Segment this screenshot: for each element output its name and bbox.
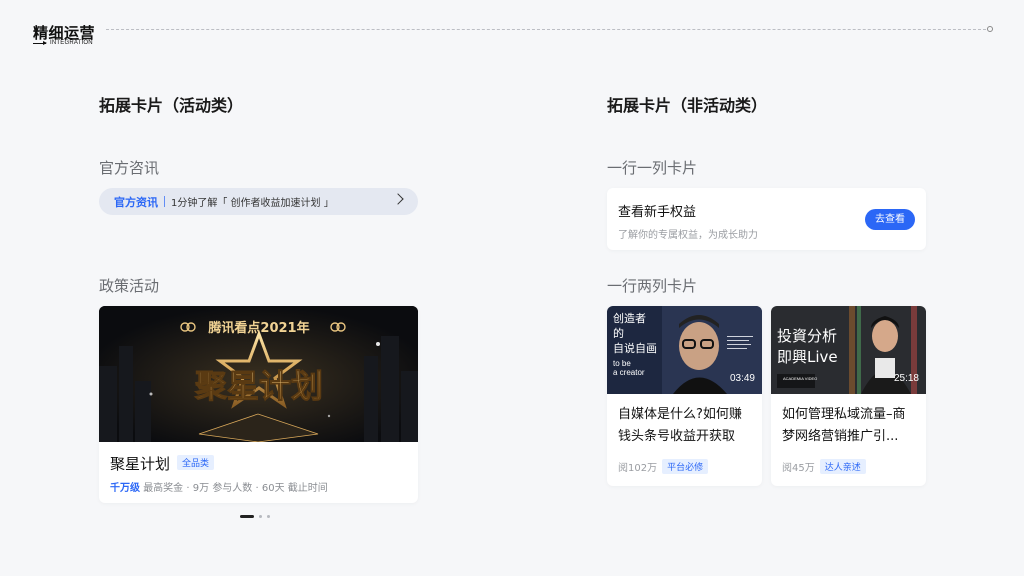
- banner-art-text: 聚星计划: [194, 367, 323, 405]
- video-title: 如何管理私域流量–商梦网络营销推广引...: [782, 407, 906, 444]
- benefit-subtitle: 了解你的专属权益，为成长助力: [618, 230, 758, 241]
- video-thumbnail: 创造者 的 自说自画 to be a creator 03:49: [607, 306, 762, 394]
- right-column-title: 拓展卡片（非活动类）: [607, 96, 768, 115]
- participants-value: 9万: [192, 483, 210, 494]
- thumb-en-line: a creator: [613, 368, 645, 377]
- official-news-bar[interactable]: 官方资讯 1分钟了解「 创作者收益加速计划 」: [99, 188, 418, 215]
- video-meta: 阅102万 平台必修: [618, 459, 709, 474]
- benefit-card[interactable]: 查看新手权益 了解你的专属权益，为成长助力 去查看: [607, 188, 926, 250]
- prize-value: 千万级: [110, 483, 140, 494]
- official-section-title: 官方咨讯: [99, 159, 160, 177]
- thumb-en-line: to be: [613, 359, 631, 368]
- thumb-line: 投資分析: [777, 327, 837, 345]
- double-section-title: 一行两列卡片: [607, 277, 698, 295]
- video-thumbnail: 投資分析 即興Live ACADEMIA VIDEO 25:18: [771, 306, 926, 394]
- thumb-line: 的: [613, 326, 624, 340]
- video-card[interactable]: 创造者 的 自说自画 to be a creator 03:49 自媒体是什么?…: [607, 306, 762, 486]
- single-section-title: 一行一列卡片: [607, 159, 698, 177]
- prize-label: 最高奖金: [143, 483, 184, 494]
- video-duration: 03:49: [729, 373, 755, 384]
- video-tag: 达人亲述: [819, 459, 866, 474]
- news-separator: [164, 196, 165, 207]
- category-badge: 全品类: [177, 455, 215, 470]
- thumb-line: 创造者: [613, 311, 646, 325]
- video-title: 自媒体是什么?如何赚钱头条号收益开获取: [618, 407, 742, 444]
- view-count: 阅45万: [782, 463, 815, 474]
- participants-label: 参与人数: [212, 483, 253, 494]
- carousel-indicator[interactable]: [240, 515, 270, 518]
- view-count: 阅102万: [618, 463, 658, 474]
- activity-meta: 千万级 最高奖金 · 9万 参与人数 · 60天 截止时间: [110, 479, 328, 494]
- activity-banner: 腾讯看点2021年 聚星计划: [99, 306, 418, 442]
- video-duration: 25:18: [893, 373, 919, 384]
- arrow-right-icon: [33, 40, 47, 45]
- left-column-title: 拓展卡片（活动类）: [99, 96, 244, 115]
- deadline-label: 截止时间: [287, 483, 328, 494]
- subtitle-text: INTEGRATION: [50, 40, 93, 46]
- activity-card[interactable]: 腾讯看点2021年 聚星计划 聚星计划 全品类 千万级 最高奖金 · 9万 参与…: [99, 306, 418, 503]
- video-meta: 阅45万 达人亲述: [782, 459, 866, 474]
- carousel-dot[interactable]: [259, 515, 262, 518]
- activity-name: 聚星计划: [110, 455, 171, 473]
- header-divider: [106, 29, 986, 30]
- chevron-right-icon: [392, 193, 404, 205]
- carousel-dot[interactable]: [240, 515, 254, 518]
- banner-art: 腾讯看点2021年 聚星计划: [99, 306, 418, 442]
- view-button[interactable]: 去查看: [865, 209, 915, 230]
- thumb-line: 即興Live: [777, 348, 838, 366]
- carousel-dot[interactable]: [267, 515, 270, 518]
- deadline-value: 60天: [261, 483, 285, 494]
- page-subtitle: INTEGRATION: [33, 40, 93, 46]
- benefit-title: 查看新手权益: [618, 205, 697, 220]
- news-brand-label: 官方资讯: [114, 195, 158, 209]
- video-tag: 平台必修: [662, 459, 709, 474]
- thumb-line: 自说自画: [613, 341, 657, 355]
- meta-dot: ·: [255, 483, 259, 494]
- thumb-logo-text: ACADEMIA VIDEO: [783, 376, 817, 381]
- video-card[interactable]: 投資分析 即興Live ACADEMIA VIDEO 25:18 如何管理私域流…: [771, 306, 926, 486]
- meta-dot: ·: [186, 483, 190, 494]
- circle-icon: [987, 26, 993, 32]
- news-text: 1分钟了解「 创作者收益加速计划 」: [171, 198, 334, 209]
- banner-headline: 腾讯看点2021年: [207, 320, 309, 336]
- policy-section-title: 政策活动: [99, 277, 160, 295]
